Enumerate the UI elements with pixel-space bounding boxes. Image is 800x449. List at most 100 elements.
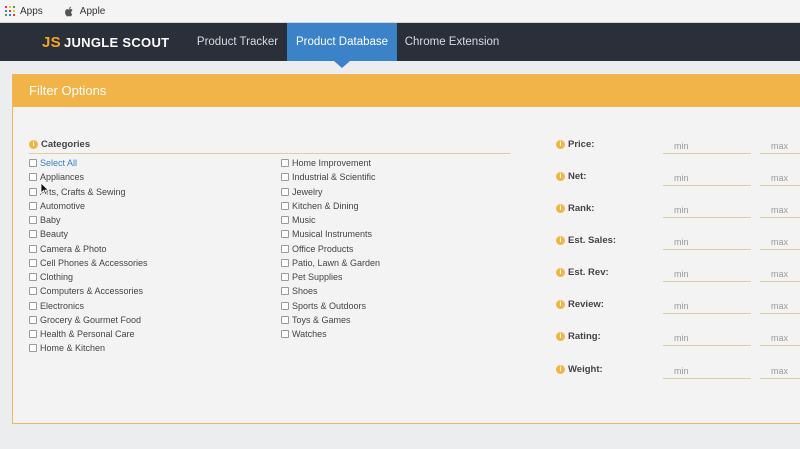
checkbox[interactable] xyxy=(29,188,37,196)
category-label: Computers & Accessories xyxy=(40,286,144,296)
category-item[interactable]: Jewelry xyxy=(281,186,323,198)
category-label: Toys & Games xyxy=(292,315,351,325)
checkbox[interactable] xyxy=(29,330,37,338)
category-label: Appliances xyxy=(40,172,85,182)
apple-icon xyxy=(64,6,73,16)
category-label: Clothing xyxy=(40,272,74,282)
checkbox[interactable] xyxy=(29,259,37,267)
category-label: Electronics xyxy=(40,301,85,311)
tab-product-tracker[interactable]: Product Tracker xyxy=(186,23,289,61)
category-item[interactable]: Home Improvement xyxy=(281,157,371,169)
category-item[interactable]: Toys & Games xyxy=(281,314,351,326)
tab-chrome-extension[interactable]: Chrome Extension xyxy=(397,23,507,61)
rating-min-input[interactable]: min xyxy=(663,330,751,346)
category-item[interactable]: Electronics xyxy=(29,300,84,312)
checkbox[interactable] xyxy=(29,287,37,295)
range-label-review: i Review: xyxy=(556,299,604,310)
category-item[interactable]: Appliances xyxy=(29,171,84,183)
range-label-net: i Net: xyxy=(556,171,586,182)
category-item[interactable]: Industrial & Scientific xyxy=(281,171,376,183)
checkbox[interactable] xyxy=(281,245,289,253)
review-max-input[interactable]: max xyxy=(760,298,800,314)
checkbox[interactable] xyxy=(281,259,289,267)
checkbox[interactable] xyxy=(281,316,289,324)
price-min-input[interactable]: min xyxy=(663,138,751,154)
category-label: Office Products xyxy=(292,244,354,254)
info-icon[interactable]: i xyxy=(556,268,565,277)
info-icon[interactable]: i xyxy=(556,365,565,374)
category-label: Select All xyxy=(40,158,78,168)
bookmark-apps[interactable]: Apps xyxy=(5,6,43,17)
logo-mark: JS xyxy=(42,34,61,51)
rank-max-input[interactable]: max xyxy=(760,202,800,218)
checkbox[interactable] xyxy=(29,173,37,181)
est-rev-min-input[interactable]: min xyxy=(663,266,751,282)
category-label: Patio, Lawn & Garden xyxy=(292,258,381,268)
category-label: Shoes xyxy=(292,286,318,296)
category-item[interactable]: Cell Phones & Accessories xyxy=(29,257,148,269)
category-item[interactable]: Health & Personal Care xyxy=(29,328,135,340)
category-item[interactable]: Computers & Accessories xyxy=(29,285,143,297)
est-sales-max-input[interactable]: max xyxy=(760,234,800,250)
checkbox[interactable] xyxy=(281,273,289,281)
category-item[interactable]: Pet Supplies xyxy=(281,271,343,283)
top-nav: JS JUNGLE SCOUT Product Tracker Product … xyxy=(0,23,800,61)
info-icon[interactable]: i xyxy=(29,140,38,149)
checkbox[interactable] xyxy=(29,316,37,324)
checkbox[interactable] xyxy=(29,302,37,310)
bookmark-apple[interactable]: Apple xyxy=(64,6,105,17)
checkbox[interactable] xyxy=(281,302,289,310)
checkbox[interactable] xyxy=(281,188,289,196)
net-max-input[interactable]: max xyxy=(760,170,800,186)
checkbox[interactable] xyxy=(281,202,289,210)
checkbox[interactable] xyxy=(29,273,37,281)
checkbox[interactable] xyxy=(281,287,289,295)
category-item[interactable]: Shoes xyxy=(281,285,318,297)
checkbox[interactable] xyxy=(29,159,37,167)
checkbox[interactable] xyxy=(29,216,37,224)
checkbox[interactable] xyxy=(281,330,289,338)
category-item[interactable]: Beauty xyxy=(29,228,68,240)
checkbox[interactable] xyxy=(281,230,289,238)
rating-max-input[interactable]: max xyxy=(760,330,800,346)
info-icon[interactable]: i xyxy=(556,172,565,181)
category-item[interactable]: Watches xyxy=(281,328,327,340)
checkbox[interactable] xyxy=(281,159,289,167)
category-item[interactable]: Home & Kitchen xyxy=(29,342,105,354)
price-max-input[interactable]: max xyxy=(760,138,800,154)
category-item[interactable]: Camera & Photo xyxy=(29,243,107,255)
apps-grid-icon xyxy=(5,6,15,16)
weight-min-input[interactable]: min xyxy=(663,363,751,379)
review-min-input[interactable]: min xyxy=(663,298,751,314)
est-sales-min-input[interactable]: min xyxy=(663,234,751,250)
checkbox[interactable] xyxy=(29,202,37,210)
jungle-scout-logo[interactable]: JS JUNGLE SCOUT xyxy=(42,34,169,51)
checkbox[interactable] xyxy=(29,344,37,352)
category-item[interactable]: Musical Instruments xyxy=(281,228,372,240)
info-icon[interactable]: i xyxy=(556,140,565,149)
category-item[interactable]: Sports & Outdoors xyxy=(281,300,366,312)
category-item[interactable]: Grocery & Gourmet Food xyxy=(29,314,141,326)
category-item[interactable]: Baby xyxy=(29,214,61,226)
info-icon[interactable]: i xyxy=(556,300,565,309)
category-item[interactable]: Clothing xyxy=(29,271,73,283)
tab-product-database[interactable]: Product Database xyxy=(287,23,397,61)
category-item[interactable]: Office Products xyxy=(281,243,353,255)
info-icon[interactable]: i xyxy=(556,204,565,213)
checkbox[interactable] xyxy=(29,230,37,238)
info-icon[interactable]: i xyxy=(556,236,565,245)
checkbox[interactable] xyxy=(29,245,37,253)
category-select-all[interactable]: Select All xyxy=(29,157,77,169)
category-item[interactable]: Automotive xyxy=(29,200,85,212)
info-icon[interactable]: i xyxy=(556,332,565,341)
est-rev-max-input[interactable]: max xyxy=(760,266,800,282)
weight-max-input[interactable]: max xyxy=(760,363,800,379)
checkbox[interactable] xyxy=(281,216,289,224)
net-min-input[interactable]: min xyxy=(663,170,751,186)
range-label-est-sales: i Est. Sales: xyxy=(556,235,616,246)
category-item[interactable]: Patio, Lawn & Garden xyxy=(281,257,380,269)
checkbox[interactable] xyxy=(281,173,289,181)
category-item[interactable]: Kitchen & Dining xyxy=(281,200,359,212)
category-item[interactable]: Music xyxy=(281,214,316,226)
rank-min-input[interactable]: min xyxy=(663,202,751,218)
